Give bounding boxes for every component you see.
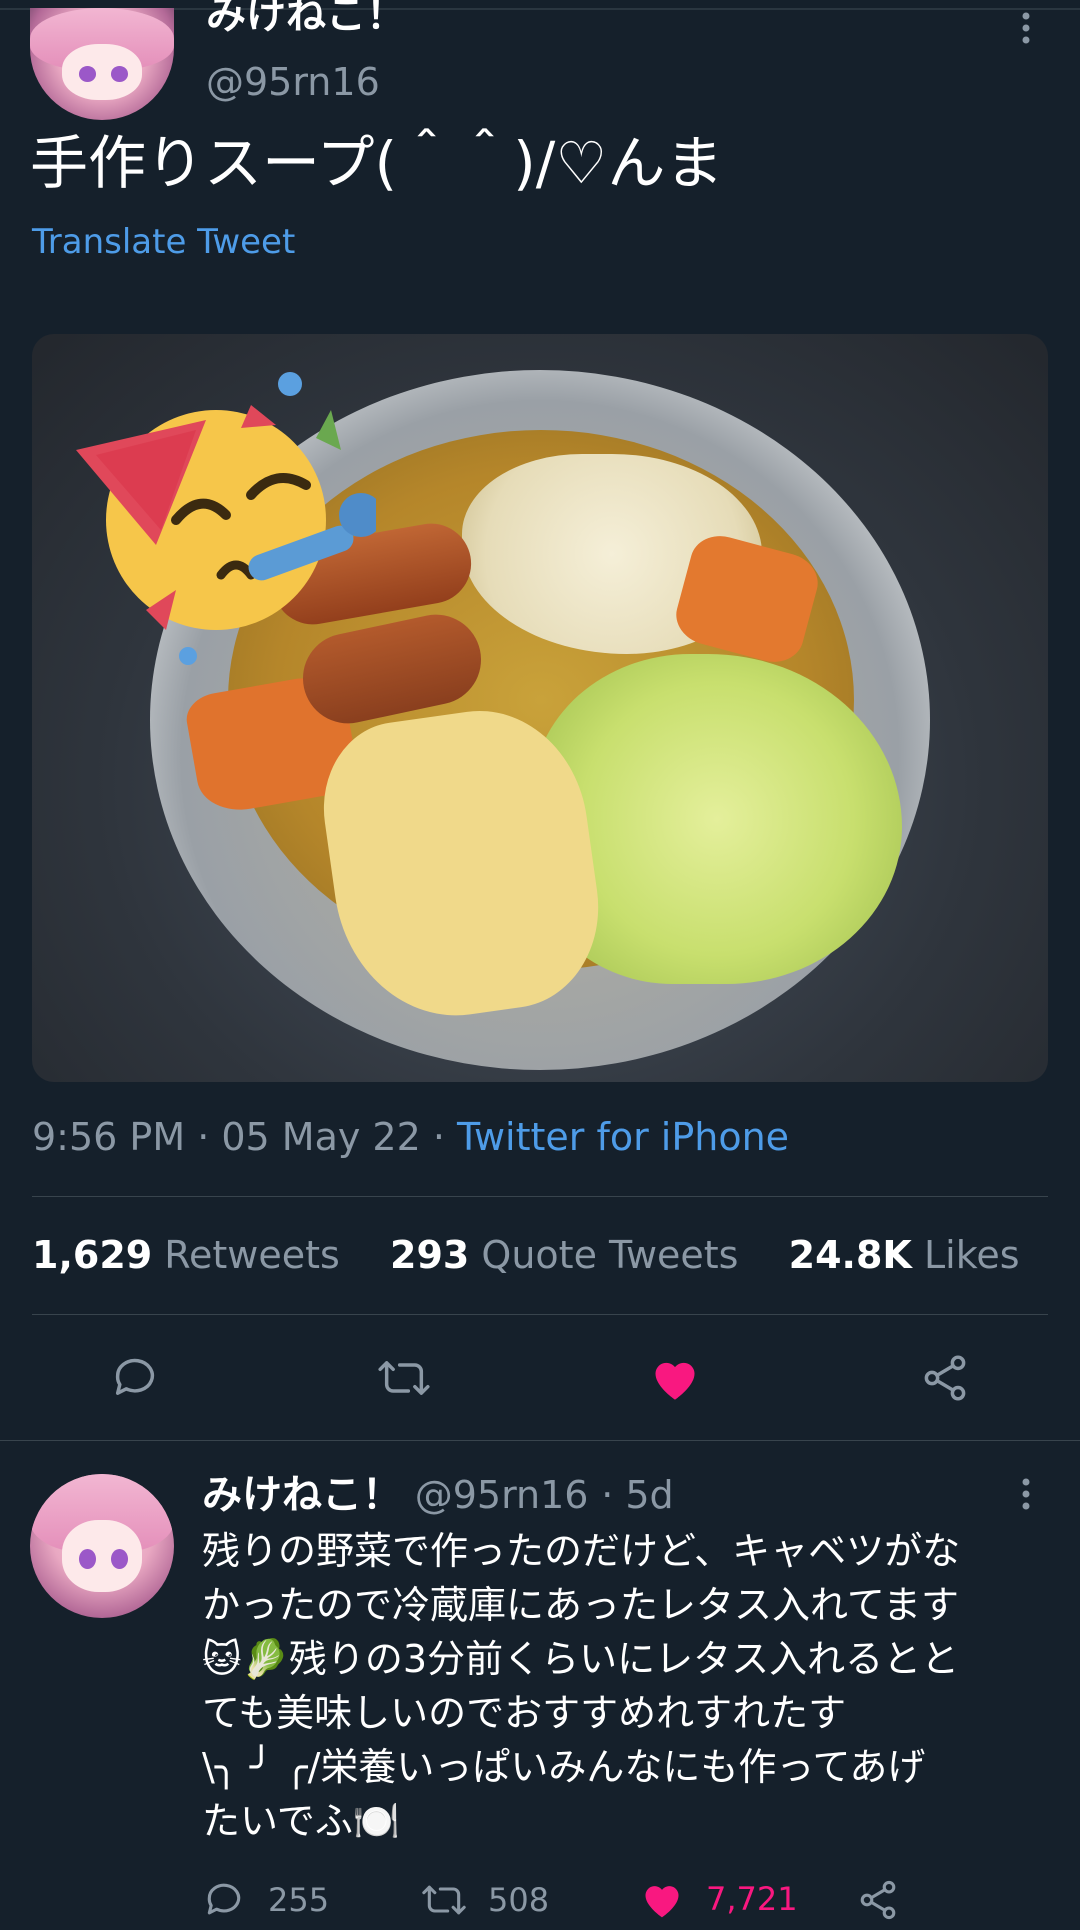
likes-stat[interactable]: 24.8K Likes — [789, 1233, 1020, 1277]
divider — [32, 1314, 1048, 1315]
heart-icon[interactable] — [645, 1348, 705, 1408]
translate-link[interactable]: Translate Tweet — [32, 220, 295, 264]
retweet-icon — [422, 1885, 466, 1915]
author-name[interactable]: みけねこ！ — [206, 0, 406, 40]
time-text: 9:56 PM · 05 May 22 · — [32, 1115, 458, 1159]
heart-icon — [645, 1886, 679, 1918]
share-icon[interactable] — [915, 1348, 975, 1408]
reply-line: 残りの野菜で作ったのだけど、キャベツがな — [202, 1529, 961, 1573]
reply-retweet-button[interactable]: 508 — [420, 1878, 549, 1922]
reply-author-name[interactable]: みけねこ！ — [202, 1472, 402, 1518]
reply-text: 残りの野菜で作ったのだけど、キャベツがな かったので冷蔵庫にあったレタス入れてま… — [202, 1524, 1062, 1848]
reply-avatar[interactable] — [30, 1474, 174, 1618]
reply-line: たいでふ🍽️ — [202, 1799, 401, 1843]
tweet-photo[interactable] — [32, 334, 1048, 1082]
tweet-timestamp: 9:56 PM · 05 May 22 · Twitter for iPhone — [32, 1112, 789, 1162]
reply-line: かったので冷蔵庫にあったレタス入れてます — [202, 1583, 959, 1627]
reply-count: 255 — [268, 1881, 330, 1919]
tweet-text: 手作りスープ(＾＾)/♡んま — [30, 129, 724, 197]
reply-like-button[interactable]: 7,721 — [640, 1878, 798, 1920]
more-icon[interactable] — [1016, 8, 1036, 48]
like-count: 7,721 — [706, 1880, 798, 1918]
reply-age: · 5d — [601, 1473, 674, 1517]
reply-icon — [207, 1883, 241, 1915]
reply-author-handle[interactable]: @95rn16 — [415, 1473, 589, 1517]
party-face-icon — [76, 370, 383, 670]
retweet-count: 508 — [488, 1881, 550, 1919]
reply-line: ても美味しいのでおすすめれすれたす — [202, 1691, 847, 1735]
reply-header: みけねこ！ @95rn16 · 5d — [202, 1468, 674, 1522]
reply-reply-button[interactable]: 255 — [202, 1878, 329, 1922]
author-handle[interactable]: @95rn16 — [206, 58, 380, 106]
reply-icon[interactable] — [105, 1348, 165, 1408]
reply-line: 🐱🥬残りの3分前くらいにレタス入れるとと — [202, 1637, 960, 1681]
retweets-stat[interactable]: 1,629 Retweets — [32, 1233, 340, 1277]
reply-line: \╮ ╯ ╭/栄養いっぱいみんなにも作ってあげ — [202, 1745, 926, 1789]
avatar[interactable] — [30, 8, 174, 120]
reply-actions: 255 508 7,721 — [202, 1878, 1062, 1930]
divider — [32, 1196, 1048, 1197]
reply-more-icon[interactable] — [1016, 1474, 1036, 1514]
divider — [0, 1440, 1080, 1441]
tweet-stats: 1,629 Retweets 293 Quote Tweets 24.8K Li… — [32, 1230, 1020, 1280]
share-icon — [860, 1880, 896, 1920]
source-link[interactable]: Twitter for iPhone — [457, 1115, 789, 1159]
quotes-stat[interactable]: 293 Quote Tweets — [390, 1233, 738, 1277]
reply-share-button[interactable] — [856, 1878, 900, 1926]
retweet-icon[interactable] — [374, 1348, 434, 1408]
